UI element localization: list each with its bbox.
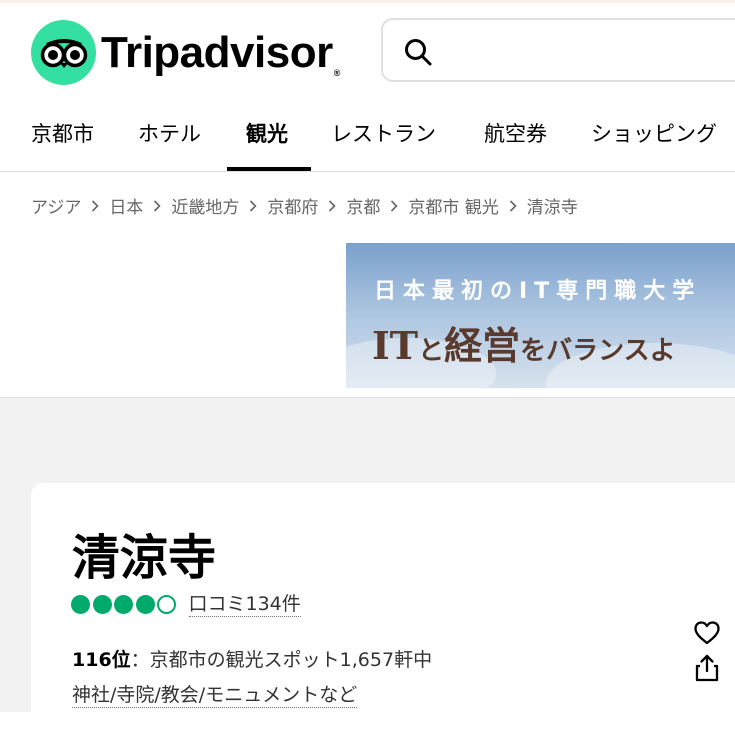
heart-icon[interactable] (694, 621, 720, 649)
rank-number: 116位 (72, 649, 131, 671)
category-link[interactable]: 神社/寺院/教会/モニュメントなど (72, 680, 358, 708)
breadcrumb-current: 清涼寺 (526, 198, 578, 218)
site-header: Tripadvisor® (0, 3, 735, 102)
active-tab-indicator (227, 167, 311, 171)
tab-city[interactable]: 京都市 (31, 101, 94, 171)
rating-bubble-filled (135, 595, 155, 614)
ad-banner[interactable]: 日本最初のIT専門職大学 ITと経営をバランスよ (346, 243, 735, 388)
breadcrumb-asia[interactable]: アジア (31, 193, 81, 218)
breadcrumb: アジア 日本 近畿地方 京都府 京都 京都市 観光 清涼寺 (31, 193, 578, 218)
logo-wordmark: Tripadvisor® (101, 27, 340, 78)
chevron-right-icon (390, 199, 398, 212)
rating-bubble-filled (114, 595, 133, 614)
tab-hotels[interactable]: ホテル (138, 101, 201, 171)
tab-attractions[interactable]: 観光 (246, 101, 288, 171)
chevron-right-icon (328, 199, 336, 212)
tab-flights[interactable]: 航空券 (484, 101, 547, 171)
rating-bubble-filled (71, 595, 90, 614)
category-nav: 京都市 ホテル 観光 レストラン 航空券 ショッピング (0, 101, 735, 172)
breadcrumb-kyoto-sights[interactable]: 京都市 観光 (408, 193, 498, 218)
rating-bubble-filled (92, 595, 112, 614)
search-input[interactable] (381, 18, 735, 82)
tab-restaurants[interactable]: レストラン (331, 101, 436, 171)
page-title: 清涼寺 (72, 530, 217, 586)
breadcrumb-kyoto[interactable]: 京都 (346, 193, 380, 218)
rank-description: ：京都市の観光スポット1,657軒中 (130, 649, 433, 671)
tripadvisor-logo[interactable]: Tripadvisor® (31, 20, 340, 85)
breadcrumb-kyoto-pref[interactable]: 京都府 (267, 193, 318, 218)
share-icon[interactable] (695, 654, 719, 686)
rating-bubble-empty (157, 595, 176, 614)
search-icon (404, 38, 432, 70)
review-count-link[interactable]: 口コミ134件 (188, 592, 301, 617)
chevron-right-icon (91, 199, 99, 212)
ad-headline: 日本最初のIT専門職大学 (374, 279, 702, 304)
chevron-right-icon (249, 199, 257, 212)
breadcrumb-kinki[interactable]: 近畿地方 (171, 193, 239, 218)
owl-logo-icon (31, 20, 96, 85)
ranking-text: 116位：京都市の観光スポット1,657軒中 (72, 645, 432, 672)
chevron-right-icon (153, 199, 161, 212)
rating-bubbles: 口コミ134件 (71, 592, 301, 617)
breadcrumb-japan[interactable]: 日本 (109, 193, 143, 218)
ad-tagline: ITと経営をバランスよ (372, 323, 676, 368)
chevron-right-icon (509, 199, 517, 212)
tab-shopping[interactable]: ショッピング (591, 101, 717, 171)
